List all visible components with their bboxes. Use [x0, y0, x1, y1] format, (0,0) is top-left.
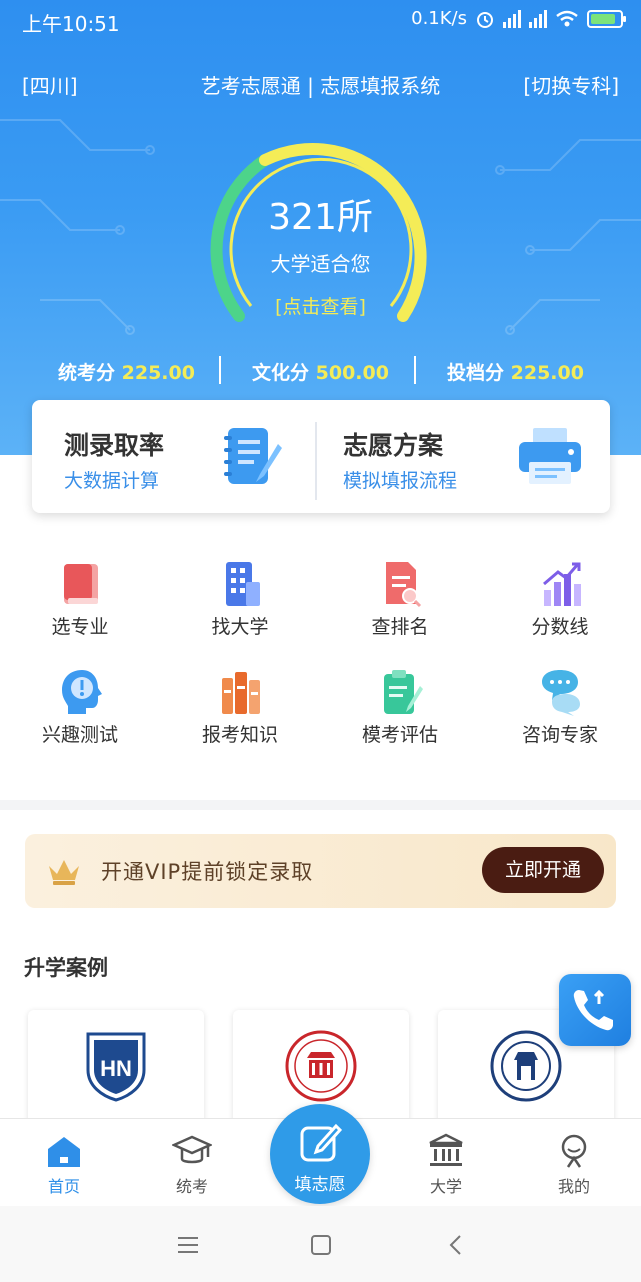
region-selector[interactable]: [四川] — [22, 70, 78, 99]
case-logo-text: HN — [100, 1056, 132, 1081]
bar-chart-up-icon — [543, 562, 581, 606]
system-navigation-bar — [0, 1206, 641, 1282]
grid-item-mock-assessment[interactable]: 模考评估 — [320, 668, 480, 758]
grid-item-university[interactable]: 找大学 — [160, 560, 320, 650]
books-icon — [222, 672, 260, 714]
grid-label: 报考知识 — [201, 724, 278, 746]
signal-icon — [529, 9, 547, 28]
tab-label: 大学 — [429, 1177, 462, 1196]
notebook-pen-icon — [224, 428, 282, 484]
grid-item-score-line[interactable]: 分数线 — [480, 560, 640, 650]
plan-entry[interactable]: 志愿方案 模拟填报流程 — [311, 400, 600, 513]
back-icon[interactable] — [444, 1234, 468, 1256]
score-separator — [414, 356, 416, 384]
match-subtitle: 大学适合您 — [270, 252, 371, 276]
admission-rate-entry[interactable]: 测录取率 大数据计算 — [32, 400, 321, 513]
grid-item-consult-expert[interactable]: 咨询专家 — [480, 668, 640, 758]
crown-icon — [49, 860, 79, 885]
plan-title: 志愿方案 — [343, 431, 444, 460]
university-logo-film-tv — [285, 1030, 357, 1102]
grid-label: 咨询专家 — [521, 724, 598, 746]
match-count: 321所 — [268, 197, 373, 238]
admission-rate-subtitle: 大数据计算 — [64, 470, 160, 492]
admission-rate-title: 测录取率 — [64, 431, 165, 460]
fill-application-label: 填志愿 — [294, 1175, 346, 1195]
home-icon — [48, 1137, 80, 1167]
grid-label: 兴趣测试 — [41, 724, 118, 746]
activate-vip-button[interactable]: 立即开通 — [482, 847, 604, 893]
tab-university[interactable]: 大学 — [396, 1119, 496, 1207]
grid-label: 查排名 — [371, 616, 429, 638]
tab-label: 统考 — [175, 1177, 208, 1196]
institution-icon — [429, 1133, 463, 1166]
phone-consult-button[interactable] — [559, 974, 631, 1046]
head-exclamation-icon — [62, 670, 102, 714]
network-speed: 0.1K/s — [411, 8, 467, 29]
score-culture: 文化分 500.00 — [252, 362, 389, 384]
signal-hd-icon — [503, 9, 521, 28]
home-square-icon[interactable] — [309, 1234, 333, 1256]
tab-exam[interactable]: 统考 — [142, 1119, 242, 1207]
university-logo-hn: HN — [86, 1032, 146, 1102]
score-admission: 投档分 225.00 — [447, 362, 584, 384]
plan-subtitle: 模拟填报流程 — [343, 470, 458, 492]
case-card[interactable]: HN — [28, 1010, 204, 1130]
graduation-cap-icon — [172, 1135, 212, 1164]
score-unified: 统考分 225.00 — [58, 362, 195, 384]
grid-item-interest-test[interactable]: 兴趣测试 — [0, 668, 160, 758]
vip-banner[interactable]: 开通VIP提前锁定录取 立即开通 — [25, 834, 616, 908]
feature-card: 测录取率 大数据计算 志愿方案 模拟填报流程 — [32, 400, 610, 513]
grid-item-major[interactable]: 选专业 — [0, 560, 160, 650]
university-logo-southwest — [490, 1030, 562, 1102]
grid-label: 模考评估 — [361, 724, 438, 746]
building-icon — [226, 562, 260, 606]
section-divider — [0, 800, 641, 810]
book-icon — [64, 564, 98, 604]
cases-section-title: 升学案例 — [24, 956, 108, 980]
chat-bubbles-icon — [542, 670, 580, 716]
edit-icon — [300, 1123, 342, 1162]
hero-header: 上午10:51 0.1K/s [四川] 艺考志愿通 | 志愿填报系统 [切换专科… — [0, 0, 641, 455]
grid-label: 分数线 — [531, 616, 589, 638]
wifi-icon — [556, 10, 578, 26]
grid-label: 找大学 — [211, 616, 269, 638]
switch-specialty-button[interactable]: [切换专科] — [523, 70, 619, 99]
menu-icon[interactable] — [176, 1234, 200, 1256]
status-time: 上午10:51 — [22, 12, 120, 36]
view-matches-link[interactable]: [点击查看] — [0, 292, 641, 319]
status-icons: 0.1K/s — [411, 8, 626, 29]
score-summary: 统考分 225.00 文化分 500.00 投档分 225.00 — [0, 356, 641, 388]
battery-icon — [587, 9, 626, 28]
grid-label: 选专业 — [51, 616, 109, 638]
tab-label: 首页 — [47, 1177, 80, 1196]
tab-mine[interactable]: 我的 — [524, 1119, 624, 1207]
document-search-icon — [386, 562, 422, 608]
phone-icon — [573, 989, 613, 1031]
user-icon — [561, 1134, 587, 1168]
clipboard-pen-icon — [384, 670, 423, 714]
grid-item-ranking[interactable]: 查排名 — [320, 560, 480, 650]
status-bar: 上午10:51 0.1K/s — [0, 0, 641, 40]
fill-application-button[interactable]: 填志愿 — [270, 1104, 370, 1204]
vip-text: 开通VIP提前锁定录取 — [101, 860, 314, 884]
printer-icon — [519, 428, 581, 484]
score-separator — [219, 356, 221, 384]
tab-home[interactable]: 首页 — [14, 1119, 114, 1207]
grid-item-exam-knowledge[interactable]: 报考知识 — [160, 668, 320, 758]
tab-label: 我的 — [557, 1177, 590, 1196]
alarm-icon — [477, 11, 493, 28]
